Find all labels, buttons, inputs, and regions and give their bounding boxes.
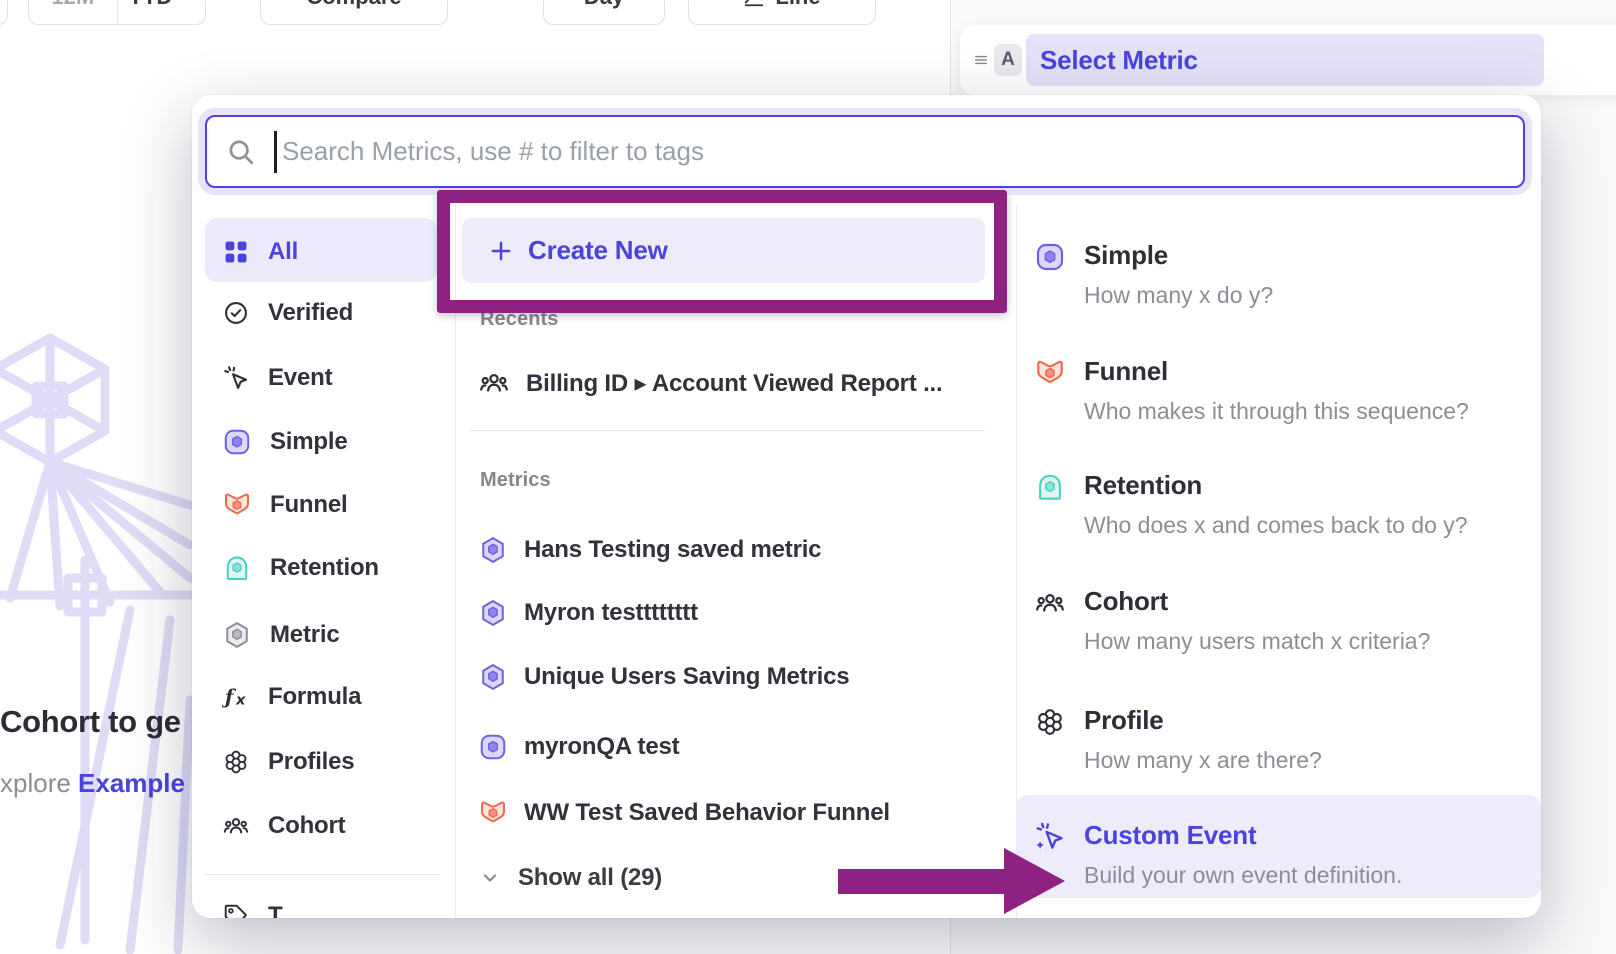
sidebar-item-simple[interactable]: Simple	[205, 416, 445, 468]
annotation-highlight-box	[437, 190, 1007, 313]
empty-state-explore-line: xplore Example B	[0, 768, 192, 799]
type-simple-description: How many x do y?	[1084, 282, 1273, 309]
sidebar-bottom-divider	[205, 874, 440, 875]
chevron-down-icon	[178, 0, 194, 5]
sidebar-item-metric[interactable]: Metric	[205, 609, 445, 661]
chevron-down-icon	[478, 866, 502, 890]
compare-button[interactable]: Compare	[260, 0, 448, 25]
metric-picker-screen: ƒ x	[0, 0, 1616, 954]
type-profile[interactable]: Profile	[1084, 705, 1164, 736]
type-custom-event-description: Build your own event definition.	[1084, 862, 1402, 889]
sidebar-item-verified[interactable]: Verified	[205, 287, 445, 339]
toolbar-button-fragment[interactable]	[0, 0, 8, 25]
sidebar-item-event[interactable]: Event	[205, 352, 445, 404]
example-link[interactable]: Example B	[78, 768, 192, 798]
interval-day-button[interactable]: Day	[543, 0, 665, 25]
event-cursor-icon	[222, 364, 250, 392]
type-custom-event[interactable]: Custom Event	[1084, 820, 1256, 851]
tag-icon	[222, 902, 250, 918]
type-cohort[interactable]: Cohort	[1084, 586, 1168, 617]
formula-icon	[222, 683, 250, 711]
metric-item-myronqa[interactable]: myronQA test	[470, 721, 990, 773]
type-simple[interactable]: Simple	[1084, 240, 1168, 271]
simple-metric-icon	[478, 732, 508, 762]
recents-divider	[470, 430, 985, 431]
annotation-arrow	[838, 869, 1005, 894]
simple-metric-icon	[1034, 241, 1066, 273]
funnel-icon	[1034, 357, 1066, 389]
metric-row-badge: A	[994, 44, 1022, 76]
type-retention-description: Who does x and comes back to do y?	[1084, 512, 1468, 539]
retention-icon	[222, 553, 252, 583]
metric-item-myron[interactable]: Myron testttttttt	[470, 587, 990, 639]
annotation-arrow-head	[1004, 848, 1065, 914]
grid-icon	[222, 238, 250, 266]
text-cursor	[274, 131, 277, 173]
funnel-icon	[222, 490, 252, 520]
type-cohort-description: How many users match x criteria?	[1084, 628, 1430, 655]
cohort-icon	[478, 367, 510, 399]
metric-hexagon-icon	[222, 620, 252, 650]
retention-icon	[1034, 471, 1066, 503]
metric-item-ww-funnel[interactable]: WW Test Saved Behavior Funnel	[470, 787, 990, 839]
sidebar-item-funnel[interactable]: Funnel	[205, 479, 445, 531]
range-ytd-button[interactable]: YTD	[117, 0, 206, 24]
metric-query-row-card: A Select Metric	[960, 25, 1616, 95]
sidebar-item-retention[interactable]: Retention	[205, 542, 445, 594]
empty-state-headline: Cohort to ge	[0, 704, 200, 740]
sidebar-item-cohort[interactable]: Cohort	[205, 800, 445, 852]
verified-badge-icon	[222, 299, 250, 327]
chart-type-line-button[interactable]: Line	[688, 0, 876, 25]
select-metric-label: Select Metric	[1040, 45, 1198, 76]
select-metric-field[interactable]: Select Metric	[1026, 34, 1544, 86]
recent-item-billing[interactable]: Billing ID ▸ Account Viewed Report ...	[470, 357, 990, 409]
sidebar-item-tags-partial[interactable]: T	[205, 890, 445, 918]
type-retention[interactable]: Retention	[1084, 470, 1202, 501]
type-funnel-description: Who makes it through this sequence?	[1084, 398, 1469, 425]
drag-handle-icon[interactable]	[972, 51, 990, 69]
date-range-segmented-control: 12M YTD	[28, 0, 206, 25]
range-12m-button[interactable]: 12M	[29, 0, 117, 24]
metric-item-unique-users[interactable]: Unique Users Saving Metrics	[470, 651, 990, 703]
search-input[interactable]	[205, 115, 1525, 188]
funnel-icon	[478, 798, 508, 828]
type-funnel[interactable]: Funnel	[1084, 356, 1168, 387]
profiles-icon	[222, 748, 250, 776]
sidebar-item-all[interactable]: All	[205, 226, 445, 278]
line-chart-icon	[743, 0, 765, 8]
metric-item-hans[interactable]: Hans Testing saved metric	[470, 524, 990, 576]
metrics-header: Metrics	[480, 469, 551, 492]
sidebar-item-formula[interactable]: Formula	[205, 671, 445, 723]
metric-hexagon-icon	[478, 598, 508, 628]
cohort-icon	[222, 812, 250, 840]
sidebar-item-profiles[interactable]: Profiles	[205, 736, 445, 788]
explore-muted-text: xplore	[0, 768, 78, 798]
metric-hexagon-icon	[478, 662, 508, 692]
simple-metric-icon	[222, 427, 252, 457]
type-profile-description: How many x are there?	[1084, 747, 1322, 774]
search-icon	[226, 137, 256, 167]
metric-hexagon-icon	[478, 535, 508, 565]
cohort-icon	[1034, 587, 1066, 619]
profiles-icon	[1034, 706, 1066, 738]
